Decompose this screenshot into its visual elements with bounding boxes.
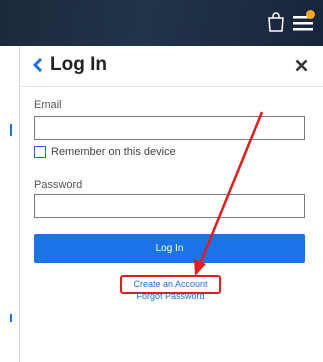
login-panel: Log In Email Remember on this device Pas… [20,46,323,362]
shopping-bag-icon[interactable] [267,12,285,32]
password-label: Password [34,179,83,191]
close-icon[interactable] [295,59,308,77]
email-label: Email [34,99,62,111]
login-button[interactable]: Log In [34,234,305,263]
page-edge-mark [10,314,12,322]
remember-label: Remember on this device [51,146,176,158]
remember-checkbox[interactable] [34,146,46,158]
email-field[interactable] [34,116,305,140]
notification-dot [306,10,315,19]
background-page-edge [0,46,20,362]
page-edge-mark [10,124,12,136]
chevron-left-icon[interactable] [32,57,43,77]
page-title: Log In [50,54,107,75]
app-root: Log In Email Remember on this device Pas… [0,0,323,362]
header-icons [267,10,315,32]
top-banner [0,0,323,46]
hamburger-menu-icon[interactable] [293,10,315,31]
remember-row: Remember on this device [34,146,176,158]
forgot-password-link[interactable]: Forgot Password [120,291,221,301]
password-field[interactable] [34,194,305,218]
panel-header: Log In [20,46,323,87]
